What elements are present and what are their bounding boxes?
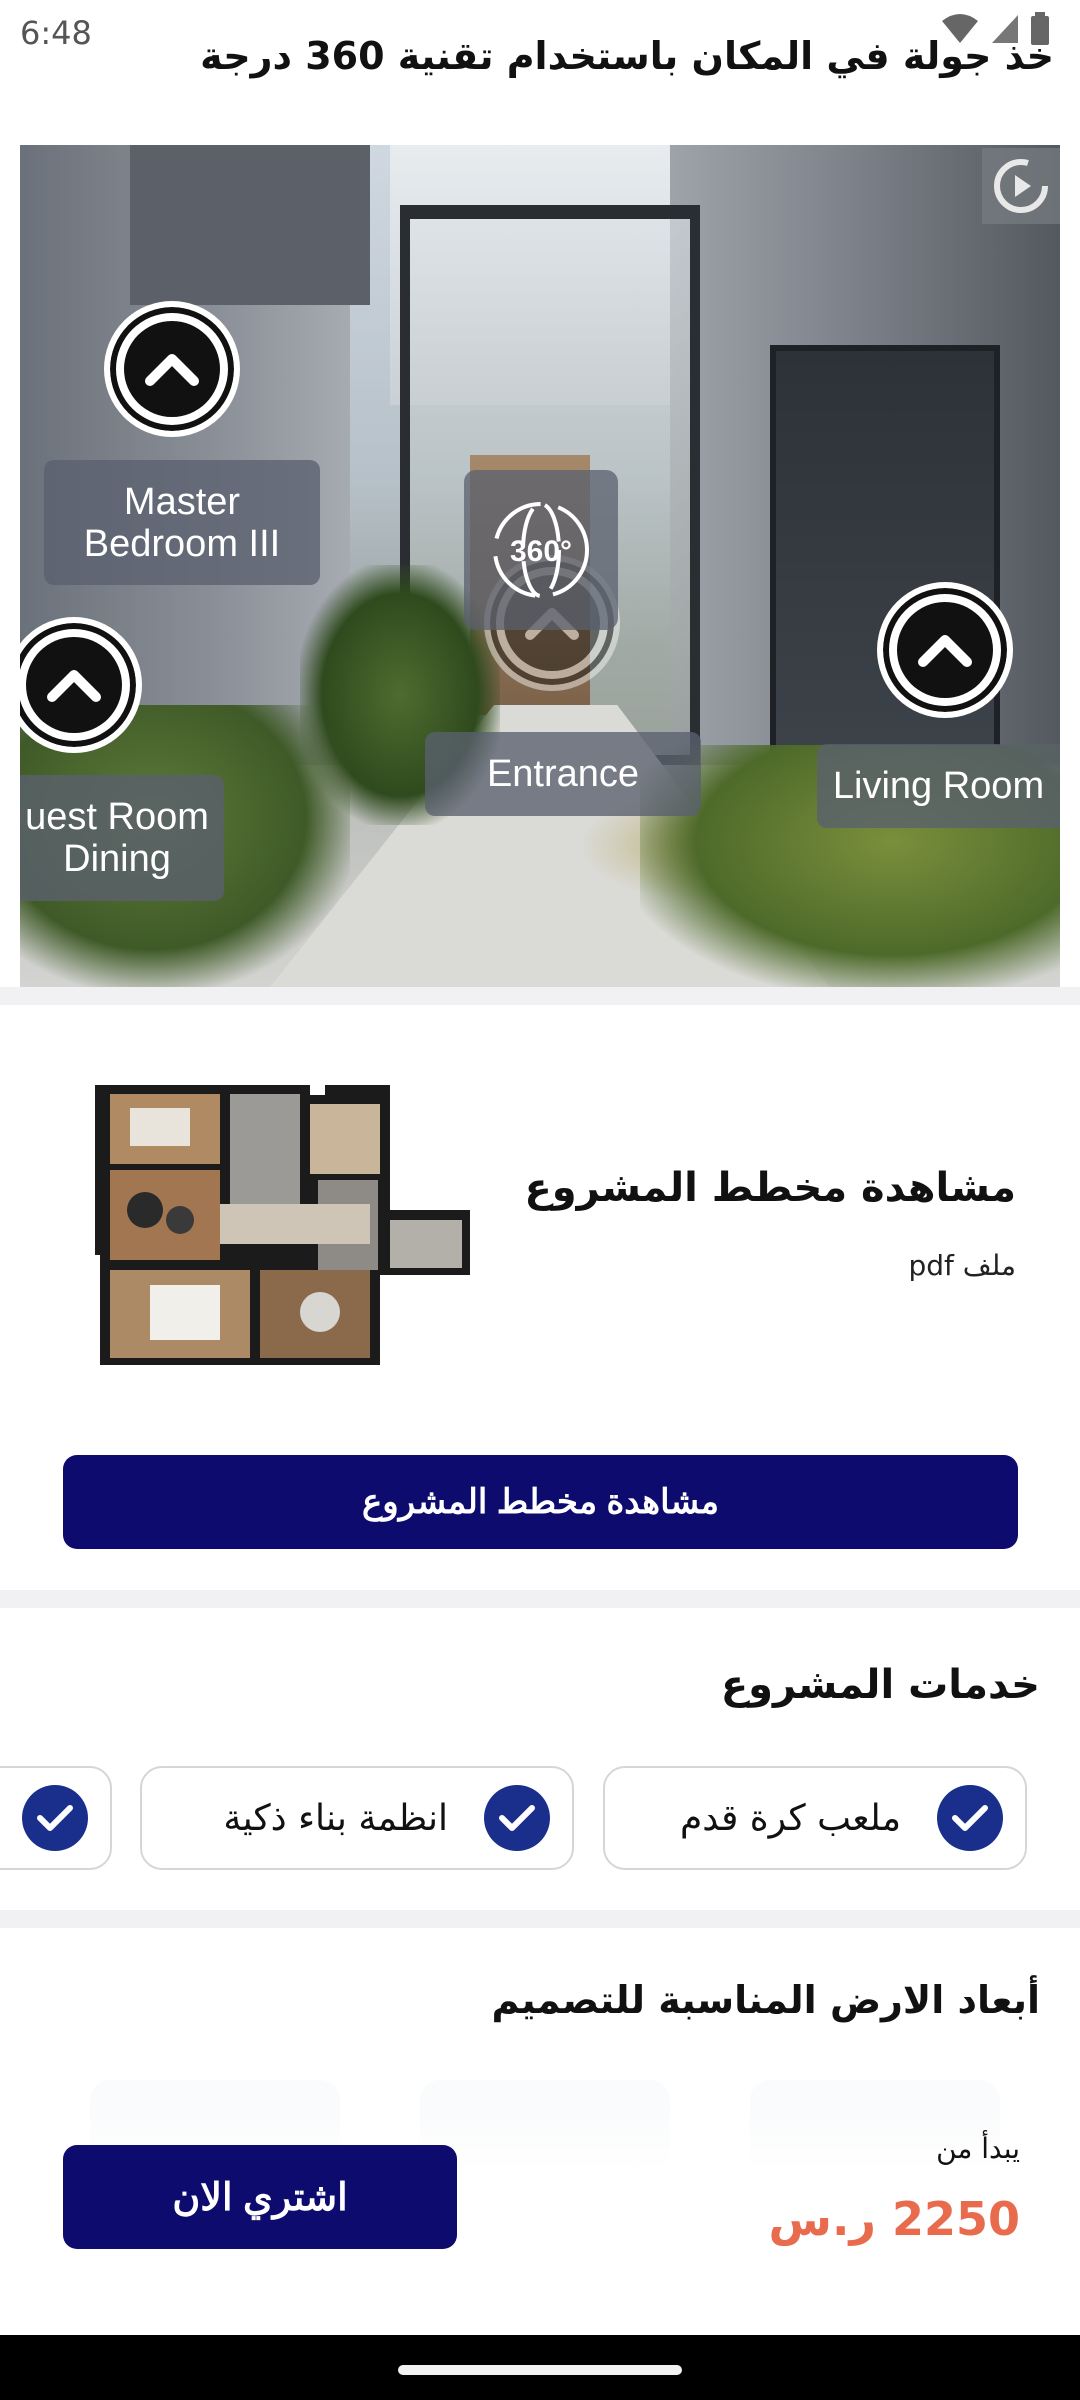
- section-divider: [0, 987, 1080, 1005]
- autorotate-button[interactable]: [982, 148, 1060, 224]
- hotspot-label-living-room[interactable]: Living Room: [817, 744, 1060, 828]
- service-label: ملعب كرة قدم: [679, 1797, 901, 1839]
- price-starts-from: يبدأ من: [936, 2132, 1020, 2165]
- check-icon: [22, 1785, 88, 1851]
- services-title: خدمات المشروع: [720, 1662, 1040, 1708]
- badge-360-text: 360°: [510, 535, 572, 568]
- hotspot-master-bedroom[interactable]: [104, 301, 240, 437]
- hotspot-label-line: Bedroom III: [83, 522, 281, 565]
- hotspot-label-line: uest Room: [25, 796, 209, 838]
- hotspot-label-line: Dining: [63, 838, 171, 880]
- rotate-icon: [994, 159, 1048, 213]
- dimensions-title: أبعاد الارض المناسبة للتصميم: [491, 1978, 1040, 2022]
- chevron-up-icon: [145, 354, 199, 386]
- section-divider: [0, 1590, 1080, 1608]
- panorama-360-badge: 360°: [464, 470, 618, 630]
- hotspot-living-room[interactable]: [877, 582, 1013, 718]
- check-icon: [937, 1785, 1003, 1851]
- hotspot-label-entrance[interactable]: Entrance: [425, 732, 701, 816]
- price-value: 2250 ر.س: [768, 2192, 1020, 2246]
- rotate-360-icon: 360°: [493, 502, 589, 598]
- service-chip-smart-building[interactable]: انظمة بناء ذكية: [140, 1766, 574, 1870]
- hotspot-label-master-bedroom[interactable]: Master Bedroom III: [44, 460, 320, 585]
- view-plan-button[interactable]: مشاهدة مخطط المشروع: [63, 1455, 1018, 1549]
- hotspot-label-line: Master: [123, 480, 241, 523]
- panorama-overhang: [130, 145, 370, 305]
- floor-plan-image[interactable]: [90, 1080, 475, 1370]
- hotspot-label-guest-room[interactable]: uest Room Dining: [20, 775, 224, 901]
- buy-now-button[interactable]: اشتري الان: [63, 2145, 457, 2249]
- chevron-up-icon: [47, 670, 101, 702]
- section-divider: [0, 1910, 1080, 1928]
- tour-heading: خذ جولة في المكان باستخدام تقنية 360 درج…: [200, 34, 1054, 78]
- plan-title: مشاهدة مخطط المشروع: [524, 1165, 1016, 1211]
- service-chip-more[interactable]: [0, 1766, 112, 1870]
- plan-file-type: ملف pdf: [908, 1249, 1016, 1282]
- chevron-up-icon: [918, 635, 972, 667]
- service-chip-football[interactable]: ملعب كرة قدم: [603, 1766, 1027, 1870]
- project-plan-section: مشاهدة مخطط المشروع ملف pdf مشاهدة مخطط …: [0, 1005, 1080, 1590]
- panorama-viewer[interactable]: Master Bedroom III uest Room Dining Entr…: [20, 145, 1060, 987]
- home-indicator[interactable]: [398, 2365, 682, 2375]
- status-time: 6:48: [20, 14, 92, 52]
- check-icon: [484, 1785, 550, 1851]
- service-label: انظمة بناء ذكية: [223, 1797, 448, 1839]
